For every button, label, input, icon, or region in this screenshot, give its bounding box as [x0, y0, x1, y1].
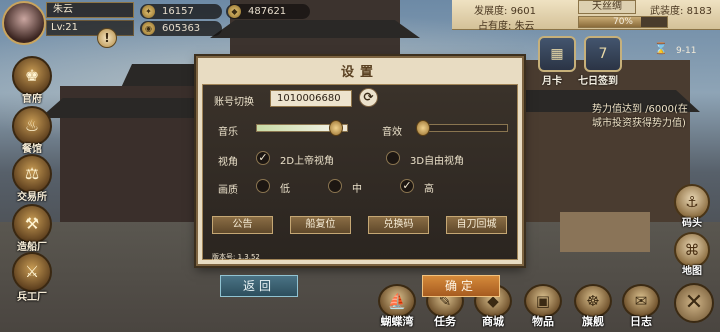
development-label: 发展度:: [474, 6, 508, 17]
nav-shipyard-label: 造船厂: [17, 242, 47, 253]
settings-title: 设置: [340, 65, 379, 80]
ingot-icon: ◆: [228, 5, 241, 18]
occupier-stat: 占有度: 朱云: [478, 17, 535, 32]
music-slider[interactable]: [256, 120, 348, 136]
nav-map-label: 地图: [682, 266, 702, 277]
resource-3: ◆ 487621: [226, 4, 310, 19]
account-switch-label: 账号切换: [214, 97, 254, 108]
monthly-card-button[interactable]: ▦: [538, 36, 576, 72]
nav-flagship-label: 旗舰: [582, 315, 604, 328]
avatar[interactable]: [2, 1, 46, 45]
version-text: 版本号: 1.3.52: [212, 253, 260, 261]
nav-arsenal-button[interactable]: ⚔: [12, 252, 52, 292]
market-stall: [560, 212, 650, 252]
redeem-code-button[interactable]: 兑换码: [368, 216, 429, 234]
sfx-slider[interactable]: [416, 120, 508, 136]
development-value: 9601: [510, 6, 537, 17]
quality-mid-checkbox[interactable]: [328, 179, 342, 193]
nav-store-label: 商城: [482, 315, 504, 328]
switch-account-icon[interactable]: ⟳: [359, 88, 378, 107]
view-label: 视角: [218, 157, 238, 168]
announcement-button[interactable]: 公告: [212, 216, 273, 234]
view-2d-checkbox[interactable]: ✓: [256, 151, 270, 165]
hourglass-icon: ⌛: [654, 42, 668, 55]
quality-mid-label: 中: [352, 184, 362, 195]
power-goal-text: 势力值达到 /6000(在: [592, 100, 712, 115]
occupancy-bar: 70%: [578, 16, 668, 28]
martial-value: 8183: [686, 6, 713, 17]
player-name: 朱云: [46, 2, 134, 18]
nav-items-label: 物品: [532, 315, 554, 328]
nav-government-label: 官府: [22, 94, 42, 105]
sfx-label: 音效: [382, 127, 402, 138]
nav-restaurant-label: 餐馆: [22, 144, 42, 155]
occupier-value: 朱云: [514, 21, 535, 32]
tower-center-roof: [210, 20, 420, 38]
quality-low-checkbox[interactable]: [256, 179, 270, 193]
music-slider-fill: [257, 125, 337, 131]
nav-dock-label: 码头: [682, 218, 702, 229]
occupier-label: 占有度:: [478, 21, 512, 32]
seven-day-signin-label: 七日签到: [578, 76, 618, 87]
account-id-field[interactable]: 1010006680: [270, 90, 352, 107]
info-icon[interactable]: !: [97, 28, 117, 48]
coin-icon: ✦: [142, 5, 155, 18]
quality-high-label: 高: [424, 184, 434, 195]
resource-2: ◉ 605363: [140, 21, 222, 36]
nav-exchange-label: 交易所: [17, 192, 47, 203]
quality-label: 画质: [218, 185, 238, 196]
resource-3-value: 487621: [248, 6, 287, 17]
monthly-card-label: 月卡: [542, 76, 562, 87]
close-menu-button[interactable]: ✕: [674, 283, 714, 323]
martial-stat: 武装度: 8183: [650, 2, 712, 17]
view-3d-checkbox[interactable]: [386, 151, 400, 165]
seven-day-signin-button[interactable]: 7: [584, 36, 622, 72]
coin-icon: ◉: [142, 22, 155, 35]
date-text: 9-11: [676, 46, 697, 56]
settings-dialog: 设置: [196, 56, 524, 266]
resource-1-value: 16157: [162, 6, 194, 17]
resource-1: ✦ 16157: [140, 4, 222, 19]
view-3d-label: 3D自由视角: [410, 156, 465, 167]
occupancy-percent: 70%: [612, 17, 633, 27]
resource-2-value: 605363: [162, 23, 201, 34]
music-label: 音乐: [218, 127, 238, 138]
development-stat: 发展度: 9601: [474, 2, 536, 17]
ship-reset-button[interactable]: 船复位: [290, 216, 351, 234]
nav-log-label: 日志: [630, 315, 652, 328]
power-goal-text-2: 城市投资获得势力值): [592, 118, 686, 129]
return-to-city-button[interactable]: 自刀回城: [446, 216, 507, 234]
nav-tasks-label: 任务: [434, 315, 456, 328]
quality-high-checkbox[interactable]: ✓: [400, 179, 414, 193]
nav-arsenal-label: 兵工厂: [17, 292, 47, 303]
quality-low-label: 低: [280, 184, 290, 195]
confirm-button[interactable]: 确定: [422, 275, 500, 297]
nav-butterfly-bay-label: 蝴蝶湾: [380, 315, 414, 328]
silk-tag: 天丝绸: [578, 0, 636, 14]
back-button[interactable]: 返回: [220, 275, 298, 297]
view-2d-label: 2D上帝视角: [280, 156, 335, 167]
player-level: Lv:21: [46, 20, 134, 36]
